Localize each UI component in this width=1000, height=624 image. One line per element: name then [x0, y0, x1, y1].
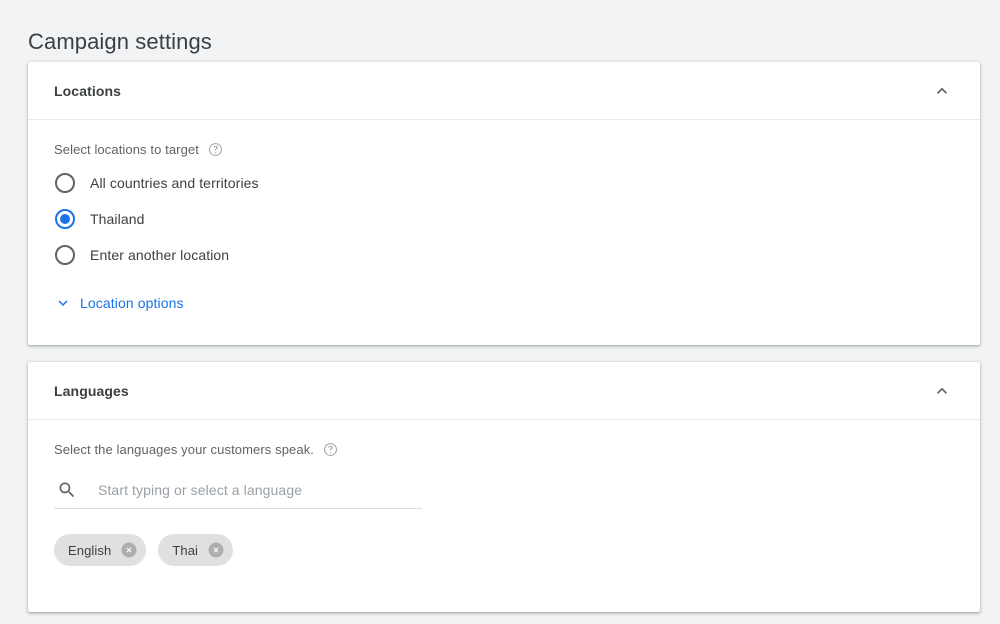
radio-option-enter-another-location[interactable]: Enter another location	[54, 237, 954, 273]
locations-card: Locations Select locations to target All…	[28, 62, 980, 345]
page-title: Campaign settings	[28, 28, 212, 54]
languages-card-header: Languages	[28, 362, 980, 420]
language-chip-thai[interactable]: Thai	[158, 534, 234, 566]
locations-card-header: Locations	[28, 62, 980, 120]
locations-card-title: Locations	[54, 82, 122, 99]
radio-circle-icon	[55, 245, 75, 265]
search-icon	[57, 480, 77, 500]
locations-field-label-row: Select locations to target	[54, 120, 954, 157]
locations-radio-group: All countries and territories Thailand E…	[54, 165, 954, 273]
close-circle-icon[interactable]	[207, 541, 225, 559]
languages-card: Languages Select the languages your cust…	[28, 362, 980, 612]
languages-card-body: Select the languages your customers spea…	[28, 420, 980, 566]
help-circle-icon[interactable]	[208, 142, 223, 157]
close-circle-icon[interactable]	[120, 541, 138, 559]
location-options-link-label: Location options	[80, 295, 184, 311]
chevron-up-icon[interactable]	[928, 377, 956, 405]
languages-field-label: Select the languages your customers spea…	[54, 442, 315, 457]
radio-option-label: Thailand	[90, 211, 145, 227]
radio-circle-selected-icon	[55, 209, 75, 229]
language-chip-english[interactable]: English	[54, 534, 147, 566]
radio-option-label: Enter another location	[90, 247, 230, 263]
radio-option-thailand[interactable]: Thailand	[54, 201, 954, 237]
chip-label: English	[68, 542, 112, 558]
locations-field-label: Select locations to target	[54, 142, 199, 157]
languages-card-title: Languages	[54, 382, 129, 399]
languages-field-label-row: Select the languages your customers spea…	[54, 420, 954, 457]
selected-languages-chip-list: English Thai	[54, 534, 954, 566]
locations-card-body: Select locations to target All countries…	[28, 120, 980, 317]
language-search-input[interactable]	[98, 482, 398, 498]
radio-circle-icon	[55, 173, 75, 193]
chevron-down-icon	[54, 294, 72, 312]
radio-option-all-countries[interactable]: All countries and territories	[54, 165, 954, 201]
location-options-link[interactable]: Location options	[54, 294, 184, 312]
help-circle-icon[interactable]	[323, 442, 338, 457]
chevron-up-icon[interactable]	[928, 77, 956, 105]
language-search-row[interactable]	[54, 472, 422, 509]
chip-label: Thai	[172, 542, 199, 558]
radio-option-label: All countries and territories	[90, 175, 259, 191]
